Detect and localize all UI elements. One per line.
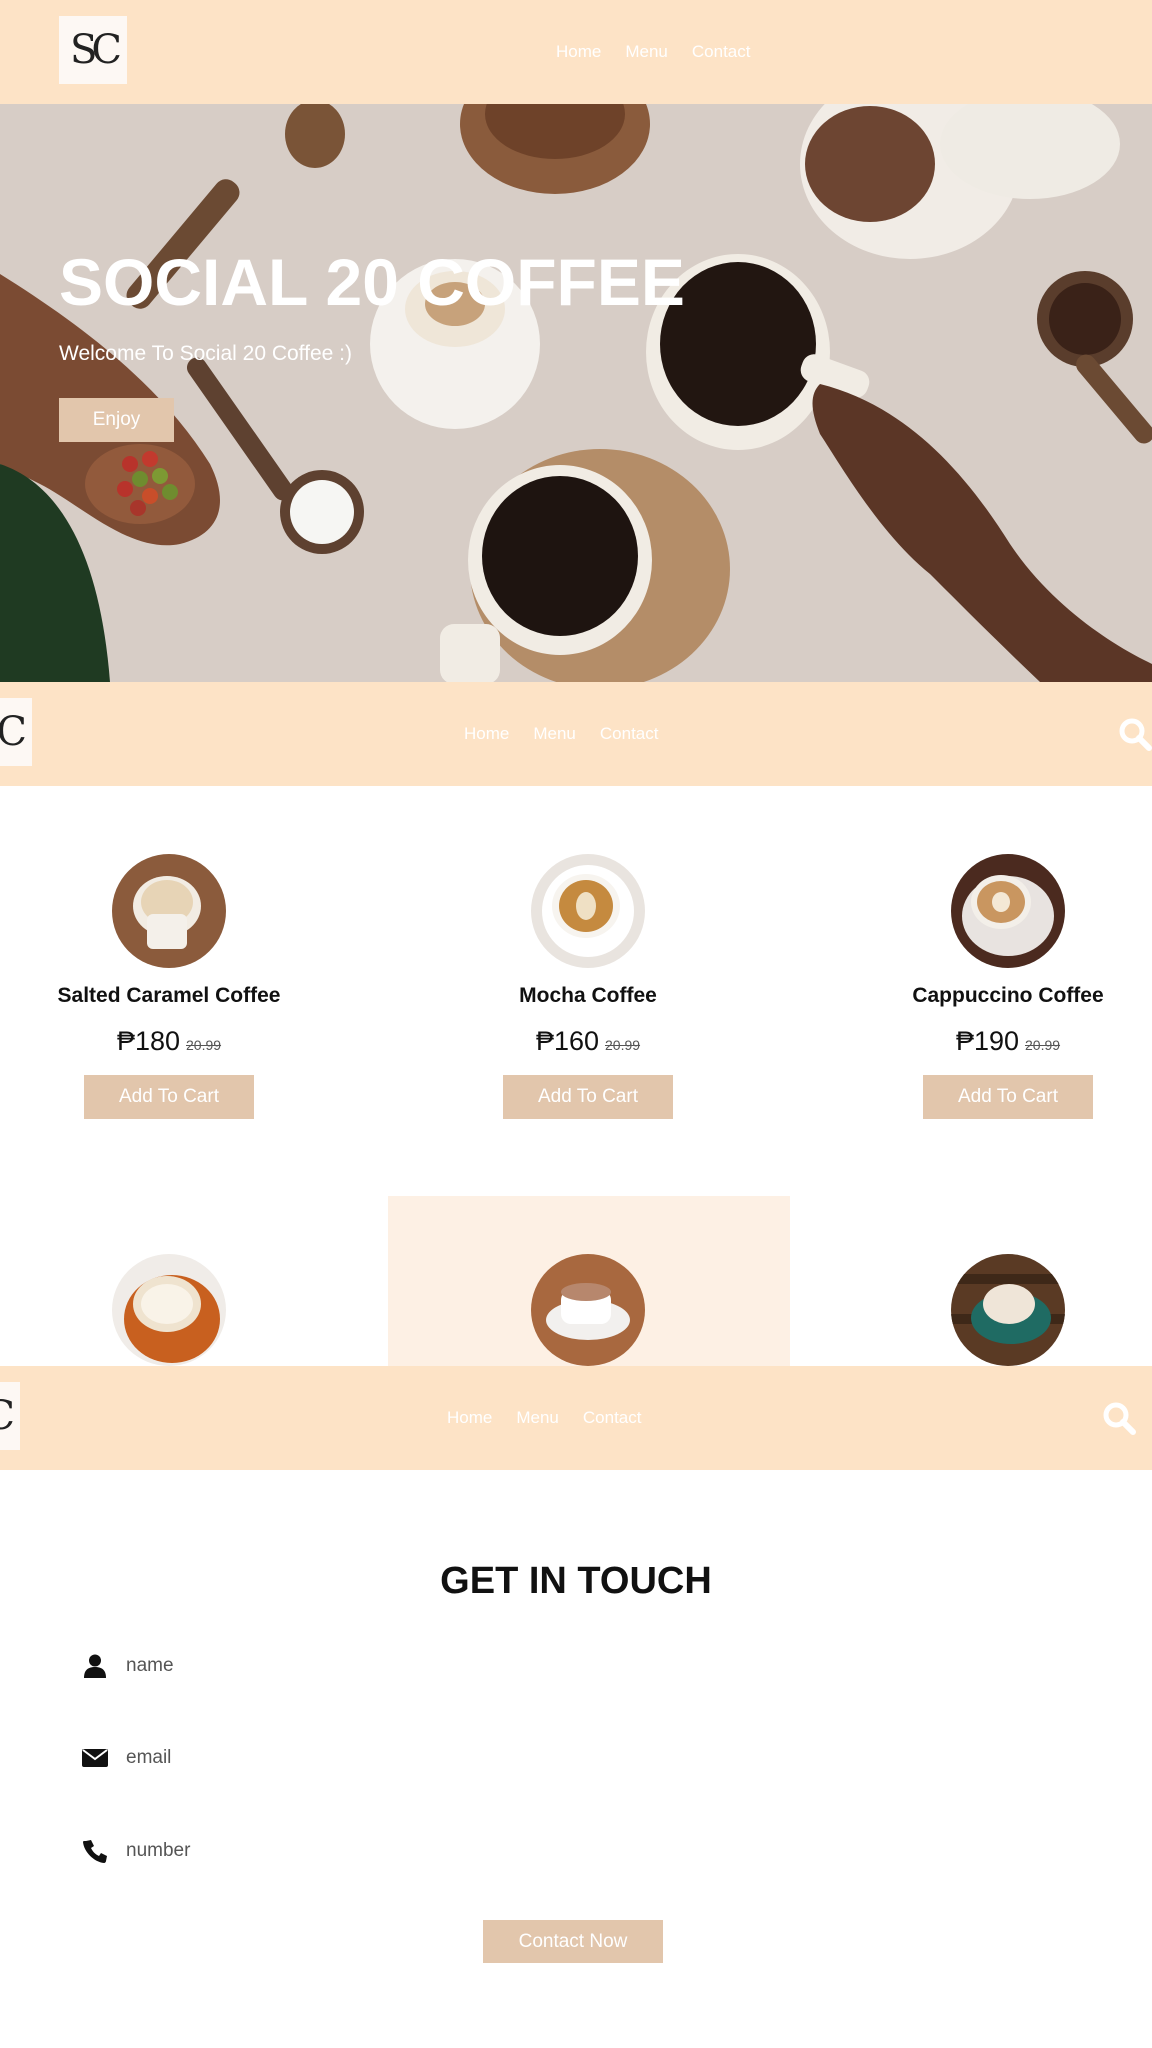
nav-links: Home Menu Contact: [556, 0, 750, 104]
nav-links: Home Menu Contact: [464, 682, 658, 786]
price-row: ₱180 20.99: [39, 1026, 299, 1057]
product-image: [531, 854, 645, 968]
product-image: [531, 1254, 645, 1366]
product-card: Cappuccino Coffee ₱190 20.99 Add To Cart: [878, 854, 1138, 1119]
product-price: ₱160: [535, 1026, 599, 1056]
product-price: ₱190: [955, 1026, 1019, 1056]
product-card: Salted Caramel Coffee ₱180 20.99 Add To …: [39, 854, 299, 1119]
product-old-price: 20.99: [1025, 1037, 1061, 1053]
price-row: ₱190 20.99: [878, 1026, 1138, 1057]
nav-links: Home Menu Contact: [447, 1366, 641, 1470]
nav-menu-link[interactable]: Menu: [533, 724, 576, 744]
logo[interactable]: SC: [0, 1382, 20, 1450]
logo[interactable]: SC: [0, 698, 32, 766]
product-old-price: 20.99: [186, 1037, 222, 1053]
name-field: [80, 1646, 980, 1686]
envelope-icon: [80, 1743, 110, 1773]
product-card: Mocha Coffee ₱160 20.99 Add To Cart: [458, 854, 718, 1119]
add-to-cart-button[interactable]: Add To Cart: [923, 1075, 1093, 1119]
enjoy-button[interactable]: Enjoy: [59, 398, 174, 442]
product-old-price: 20.99: [605, 1037, 641, 1053]
logo-text: SC: [69, 27, 122, 73]
nav-home-link[interactable]: Home: [464, 724, 509, 744]
product-name: Salted Caramel Coffee: [57, 984, 281, 1007]
sticky-navbar: SC Home Menu Contact: [0, 682, 1152, 786]
nav-contact-link[interactable]: Contact: [600, 724, 659, 744]
nav-contact-link[interactable]: Contact: [692, 42, 751, 62]
product-image: [112, 854, 226, 968]
add-to-cart-button[interactable]: Add To Cart: [84, 1075, 254, 1119]
search-icon[interactable]: [1118, 717, 1152, 751]
email-input[interactable]: [126, 1747, 826, 1769]
price-row: ₱160 20.99: [458, 1026, 718, 1057]
contact-now-button[interactable]: Contact Now: [483, 1920, 663, 1963]
hero-banner: SOCIAL 20 COFFEE Welcome To Social 20 Co…: [0, 104, 1152, 682]
name-input[interactable]: [126, 1655, 826, 1677]
logo-text: SC: [0, 709, 27, 755]
hero-title: SOCIAL 20 COFFEE: [59, 245, 685, 319]
search-icon[interactable]: [1102, 1401, 1136, 1435]
nav-home-link[interactable]: Home: [556, 42, 601, 62]
hero-background-image: [0, 104, 1152, 682]
product-price: ₱180: [116, 1026, 180, 1056]
number-input[interactable]: [126, 1840, 826, 1862]
nav-menu-link[interactable]: Menu: [516, 1408, 559, 1428]
add-to-cart-button[interactable]: Add To Cart: [503, 1075, 673, 1119]
user-icon: [80, 1651, 110, 1681]
product-image: [112, 1254, 226, 1366]
nav-home-link[interactable]: Home: [447, 1408, 492, 1428]
product-image: [951, 854, 1065, 968]
nav-contact-link[interactable]: Contact: [583, 1408, 642, 1428]
product-image: [951, 1254, 1065, 1366]
product-name: Mocha Coffee: [519, 984, 657, 1007]
sticky-navbar: SC Home Menu Contact: [0, 1366, 1152, 1470]
number-field: [80, 1831, 980, 1871]
contact-title: GET IN TOUCH: [440, 1560, 712, 1602]
logo-text: SC: [0, 1393, 15, 1439]
product-name: Cappuccino Coffee: [912, 984, 1104, 1007]
phone-icon: [80, 1836, 110, 1866]
email-field: [80, 1738, 980, 1778]
top-navbar: SC Home Menu Contact: [0, 0, 1152, 104]
nav-menu-link[interactable]: Menu: [625, 42, 668, 62]
logo[interactable]: SC: [59, 16, 127, 84]
hero-subtitle: Welcome To Social 20 Coffee :): [59, 342, 352, 365]
